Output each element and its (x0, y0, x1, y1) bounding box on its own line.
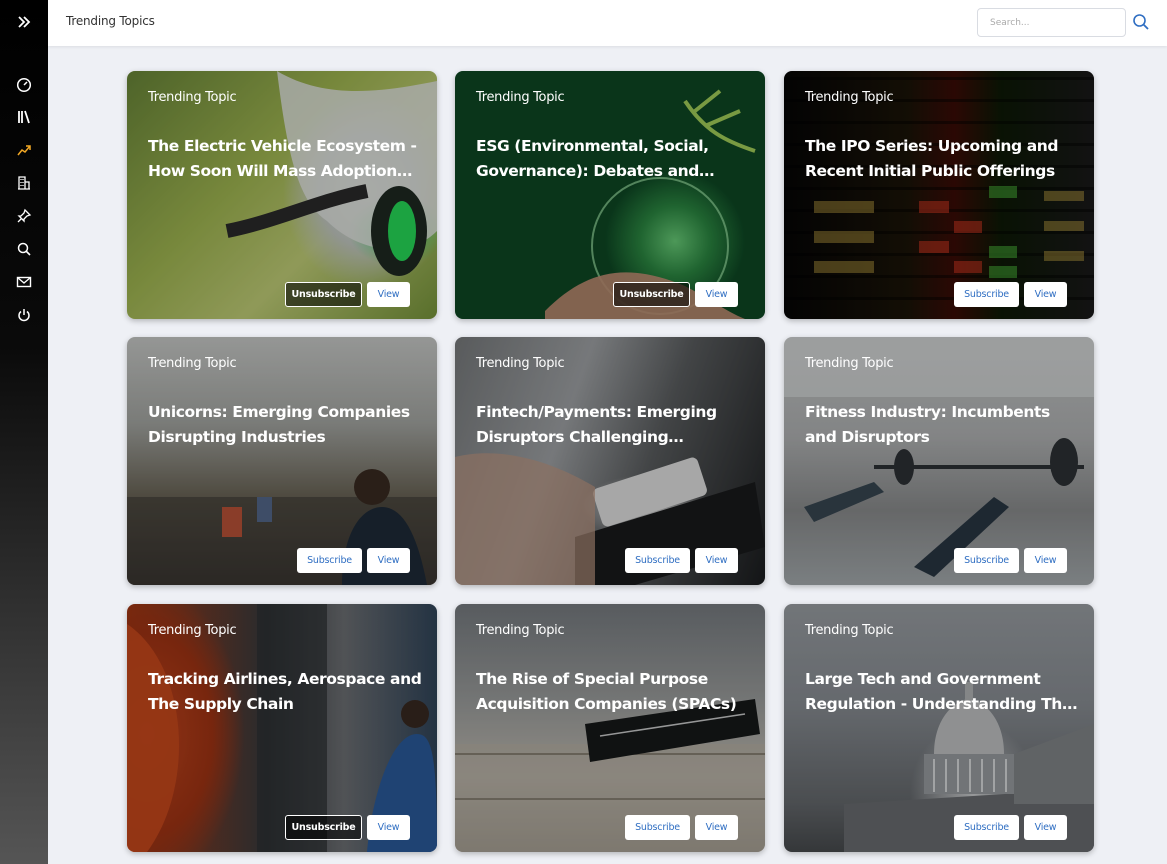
subscribe-button[interactable]: Subscribe (954, 282, 1019, 307)
power-icon[interactable] (0, 303, 48, 327)
card-tag: Trending Topic (148, 356, 237, 371)
dashboard-icon[interactable] (0, 73, 48, 97)
card-tag: Trending Topic (476, 356, 565, 371)
card-tag: Trending Topic (805, 90, 894, 105)
subscribe-button[interactable]: Subscribe (954, 548, 1019, 573)
companies-icon[interactable] (0, 171, 48, 195)
card-title: The IPO Series: Upcoming and Recent Init… (805, 137, 1059, 180)
view-button[interactable]: View (1024, 815, 1067, 840)
view-button[interactable]: View (1024, 282, 1067, 307)
view-button[interactable]: View (695, 282, 738, 307)
card-tag: Trending Topic (805, 356, 894, 371)
topic-card-fintech[interactable]: Trending Topic Fintech/Payments: Emergin… (455, 337, 765, 585)
unsubscribe-button[interactable]: Unsubscribe (613, 282, 690, 307)
search-icon[interactable] (0, 237, 48, 261)
view-button[interactable]: View (367, 548, 410, 573)
view-button[interactable]: View (1024, 548, 1067, 573)
subscribe-button[interactable]: Subscribe (625, 815, 690, 840)
search-icon (1133, 14, 1149, 30)
trending-icon[interactable] (0, 138, 48, 162)
card-title: ESG (Environmental, Social, Governance):… (476, 137, 709, 180)
mail-icon[interactable] (0, 270, 48, 294)
search-button[interactable] (1132, 13, 1152, 33)
unsubscribe-button[interactable]: Unsubscribe (285, 282, 362, 307)
topic-card-airlines[interactable]: Trending Topic Tracking Airlines, Aerosp… (127, 604, 437, 852)
subscribe-button[interactable]: Subscribe (954, 815, 1019, 840)
topic-card-fitness[interactable]: Trending Topic Fitness Industry: Incumbe… (784, 337, 1094, 585)
unsubscribe-button[interactable]: Unsubscribe (285, 815, 362, 840)
subscribe-button[interactable]: Subscribe (625, 548, 690, 573)
topic-card-unicorns[interactable]: Trending Topic Unicorns: Emerging Compan… (127, 337, 437, 585)
search-input[interactable] (977, 8, 1126, 37)
card-title: Fintech/Payments: Emerging Disruptors Ch… (476, 403, 717, 446)
view-button[interactable]: View (367, 815, 410, 840)
card-title: The Rise of Special Purpose Acquisition … (476, 670, 737, 713)
top-header: Trending Topics (48, 0, 1167, 46)
topic-card-large-tech[interactable]: Trending Topic Large Tech and Government… (784, 604, 1094, 852)
sidebar (0, 0, 48, 864)
library-icon[interactable] (0, 105, 48, 129)
page-title: Trending Topics (66, 14, 155, 28)
card-title: Unicorns: Emerging Companies Disrupting … (148, 403, 410, 446)
view-button[interactable]: View (367, 282, 410, 307)
card-tag: Trending Topic (476, 90, 565, 105)
topic-card-esg[interactable]: Trending Topic ESG (Environmental, Socia… (455, 71, 765, 319)
card-tag: Trending Topic (476, 623, 565, 638)
topic-card-ev[interactable]: Trending Topic The Electric Vehicle Ecos… (127, 71, 437, 319)
subscribe-button[interactable]: Subscribe (297, 548, 362, 573)
view-button[interactable]: View (695, 815, 738, 840)
card-title: The Electric Vehicle Ecosystem - How Soo… (148, 137, 417, 180)
card-tag: Trending Topic (148, 90, 237, 105)
card-title: Large Tech and Government Regulation - U… (805, 670, 1073, 713)
card-title: Tracking Airlines, Aerospace and The Sup… (148, 670, 422, 713)
pin-icon[interactable] (0, 204, 48, 228)
topic-card-spacs[interactable]: Trending Topic The Rise of Special Purpo… (455, 604, 765, 852)
topic-card-ipo[interactable]: Trending Topic The IPO Series: Upcoming … (784, 71, 1094, 319)
card-title: Fitness Industry: Incumbents and Disrupt… (805, 403, 1050, 446)
view-button[interactable]: View (695, 548, 738, 573)
expand-icon[interactable] (0, 10, 48, 34)
card-tag: Trending Topic (805, 623, 894, 638)
card-tag: Trending Topic (148, 623, 237, 638)
